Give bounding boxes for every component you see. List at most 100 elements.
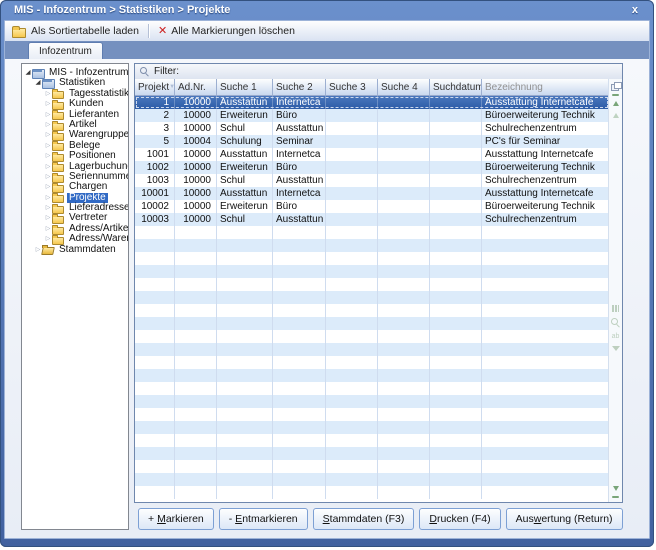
scroll-down-icon[interactable] [613, 486, 619, 494]
table-row[interactable]: 310000SchulAusstattunSchulrechenzentrum [135, 122, 609, 135]
cell-bezeichnung [482, 486, 609, 499]
cell-bezeichnung [482, 278, 609, 291]
table-row[interactable]: 110000AusstattunInternetcaAusstattung In… [135, 96, 609, 109]
cell-bezeichnung [482, 473, 609, 486]
cell-ad-nr [175, 369, 217, 382]
cell-suchdatum [430, 187, 482, 200]
column-chooser-icon[interactable] [611, 82, 620, 90]
clear-marks-button[interactable]: ✕ Alle Markierungen löschen [151, 22, 302, 40]
entmarkieren-button[interactable]: - Entmarkieren [219, 508, 308, 530]
table-row[interactable]: 210000ErweiterunBüroBüroerweiterung Tech… [135, 109, 609, 122]
cell-ad-nr [175, 460, 217, 473]
column-header-suche-2[interactable]: Suche 2 [273, 79, 326, 95]
cell-suche-1: Schul [217, 213, 273, 226]
collapse-arrow-icon[interactable]: ◢ [34, 78, 42, 88]
expand-arrow-icon[interactable]: ▷ [44, 130, 52, 140]
column-header-suche-1[interactable]: Suche 1 [217, 79, 273, 95]
collapse-arrow-icon[interactable]: ◢ [24, 68, 32, 78]
stammdaten-f3-button[interactable]: Stammdaten (F3) [313, 508, 415, 530]
expand-arrow-icon[interactable]: ▷ [44, 203, 52, 213]
expand-arrow-icon[interactable]: ▷ [44, 182, 52, 192]
cell-projekt [135, 317, 175, 330]
table-row[interactable]: 1000310000SchulAusstattunSchulrechenzent… [135, 213, 609, 226]
cell-ad-nr [175, 317, 217, 330]
table-row[interactable]: 100310000SchulAusstattunSchulrechenzentr… [135, 174, 609, 187]
cell-suchdatum [430, 252, 482, 265]
expand-arrow-icon[interactable]: ▷ [44, 120, 52, 130]
column-header-suche-3[interactable]: Suche 3 [326, 79, 378, 95]
column-header-suche-4[interactable]: Suche 4 [378, 79, 430, 95]
tree-item-stammdaten[interactable]: ▷Stammdaten [22, 245, 128, 255]
expand-arrow-icon[interactable]: ▷ [44, 213, 52, 223]
table-row[interactable]: 100110000AusstattunInternetcaAusstattung… [135, 148, 609, 161]
expand-arrow-icon[interactable]: ▷ [44, 224, 52, 234]
scroll-bottom-icon[interactable] [612, 496, 619, 498]
tree-item-positionen[interactable]: ▷Positionen [22, 151, 128, 161]
empty-row [135, 252, 609, 265]
cell-projekt [135, 447, 175, 460]
cell-projekt [135, 278, 175, 291]
table-row[interactable]: 100210000ErweiterunBüroBüroerweiterung T… [135, 161, 609, 174]
filter-funnel-icon[interactable] [612, 346, 620, 355]
folder-icon [52, 99, 65, 110]
button-label: - Entmarkieren [229, 513, 298, 525]
expand-arrow-icon[interactable]: ▷ [44, 89, 52, 99]
cell-suche-4 [378, 382, 430, 395]
cell-projekt [135, 304, 175, 317]
column-header-suchdatum[interactable]: Suchdatum [430, 79, 482, 95]
expand-arrow-icon[interactable]: ▷ [44, 141, 52, 151]
scroll-top-icon[interactable] [612, 94, 619, 96]
column-header-projekt[interactable]: Projekt▼ [135, 79, 175, 95]
tab-infozentrum[interactable]: Infozentrum [28, 42, 103, 59]
load-sort-table-button[interactable]: Als Sortiertabelle laden [5, 22, 146, 40]
cell-suche-1 [217, 239, 273, 252]
cell-projekt: 1002 [135, 161, 175, 174]
expand-arrow-icon[interactable]: ▷ [44, 234, 52, 244]
expand-arrow-icon[interactable]: ▷ [44, 151, 52, 161]
table-row[interactable]: 1000210000ErweiterunBüroBüroerweiterung … [135, 200, 609, 213]
page-up-icon[interactable] [613, 110, 619, 118]
markieren-button[interactable]: + Markieren [138, 508, 214, 530]
column-header-ad-nr[interactable]: Ad.Nr. [175, 79, 217, 95]
filter-bar[interactable]: Filter: [135, 64, 622, 80]
open-icon [42, 244, 55, 255]
auswertung-return-button[interactable]: Auswertung (Return) [506, 508, 623, 530]
cell-projekt [135, 330, 175, 343]
cell-suche-4 [378, 447, 430, 460]
app-window: MIS - Infozentrum > Statistiken > Projek… [0, 0, 654, 547]
expand-arrow-icon[interactable]: ▷ [44, 193, 52, 203]
cell-suche-2 [273, 408, 326, 421]
expand-arrow-icon[interactable]: ▷ [44, 99, 52, 109]
cell-ad-nr [175, 421, 217, 434]
tree-item-kunden[interactable]: ▷Kunden [22, 99, 128, 109]
cell-suche-4 [378, 486, 430, 499]
cell-suchdatum [430, 343, 482, 356]
cell-projekt [135, 460, 175, 473]
cell-suche-3 [326, 161, 378, 174]
cell-ad-nr [175, 356, 217, 369]
table-row[interactable]: 1000110000AusstattunInternetcaAusstattun… [135, 187, 609, 200]
cell-suchdatum [430, 369, 482, 382]
column-header-bezeichnung[interactable]: Bezeichnung [482, 79, 609, 95]
cell-ad-nr [175, 486, 217, 499]
cell-suche-1: Ausstattun [217, 187, 273, 200]
cell-suche-3 [326, 343, 378, 356]
drucken-f4-button[interactable]: Drucken (F4) [419, 508, 500, 530]
cell-projekt: 3 [135, 122, 175, 135]
text-filter-icon[interactable]: ab [612, 333, 620, 340]
expand-arrow-icon[interactable]: ▷ [44, 172, 52, 182]
cell-suche-2 [273, 343, 326, 356]
cell-suchdatum [430, 395, 482, 408]
window-title: MIS - Infozentrum > Statistiken > Projek… [14, 4, 230, 16]
close-icon[interactable]: x [626, 4, 644, 16]
expand-arrow-icon[interactable]: ▷ [44, 162, 52, 172]
cell-bezeichnung [482, 369, 609, 382]
cell-projekt [135, 473, 175, 486]
cell-suchdatum [430, 330, 482, 343]
empty-row [135, 343, 609, 356]
columns-icon[interactable] [612, 305, 619, 312]
table-row[interactable]: 510004SchulungSeminarPC's für Seminar [135, 135, 609, 148]
scroll-up-icon[interactable] [613, 98, 619, 106]
search-icon[interactable] [611, 318, 620, 327]
expand-arrow-icon[interactable]: ▷ [44, 110, 52, 120]
